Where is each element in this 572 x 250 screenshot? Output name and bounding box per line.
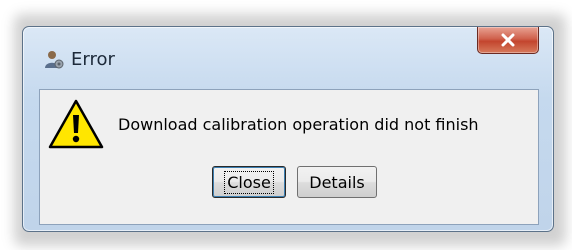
error-message: Download calibration operation did not f…: [118, 115, 479, 134]
user-gear-icon: [43, 49, 65, 71]
close-button-label: Close: [224, 170, 274, 194]
dialog-content: Download calibration operation did not f…: [39, 89, 539, 225]
close-button[interactable]: Close: [212, 166, 286, 198]
close-x-icon: [500, 33, 516, 47]
window-close-button[interactable]: [477, 27, 539, 54]
warning-triangle-icon: [48, 98, 104, 150]
details-button[interactable]: Details: [297, 166, 377, 198]
details-button-label: Details: [309, 172, 365, 192]
error-dialog: Error Download calibration operation did…: [22, 26, 554, 232]
dialog-title: Error: [71, 49, 115, 70]
title-bar[interactable]: Error: [23, 27, 553, 77]
